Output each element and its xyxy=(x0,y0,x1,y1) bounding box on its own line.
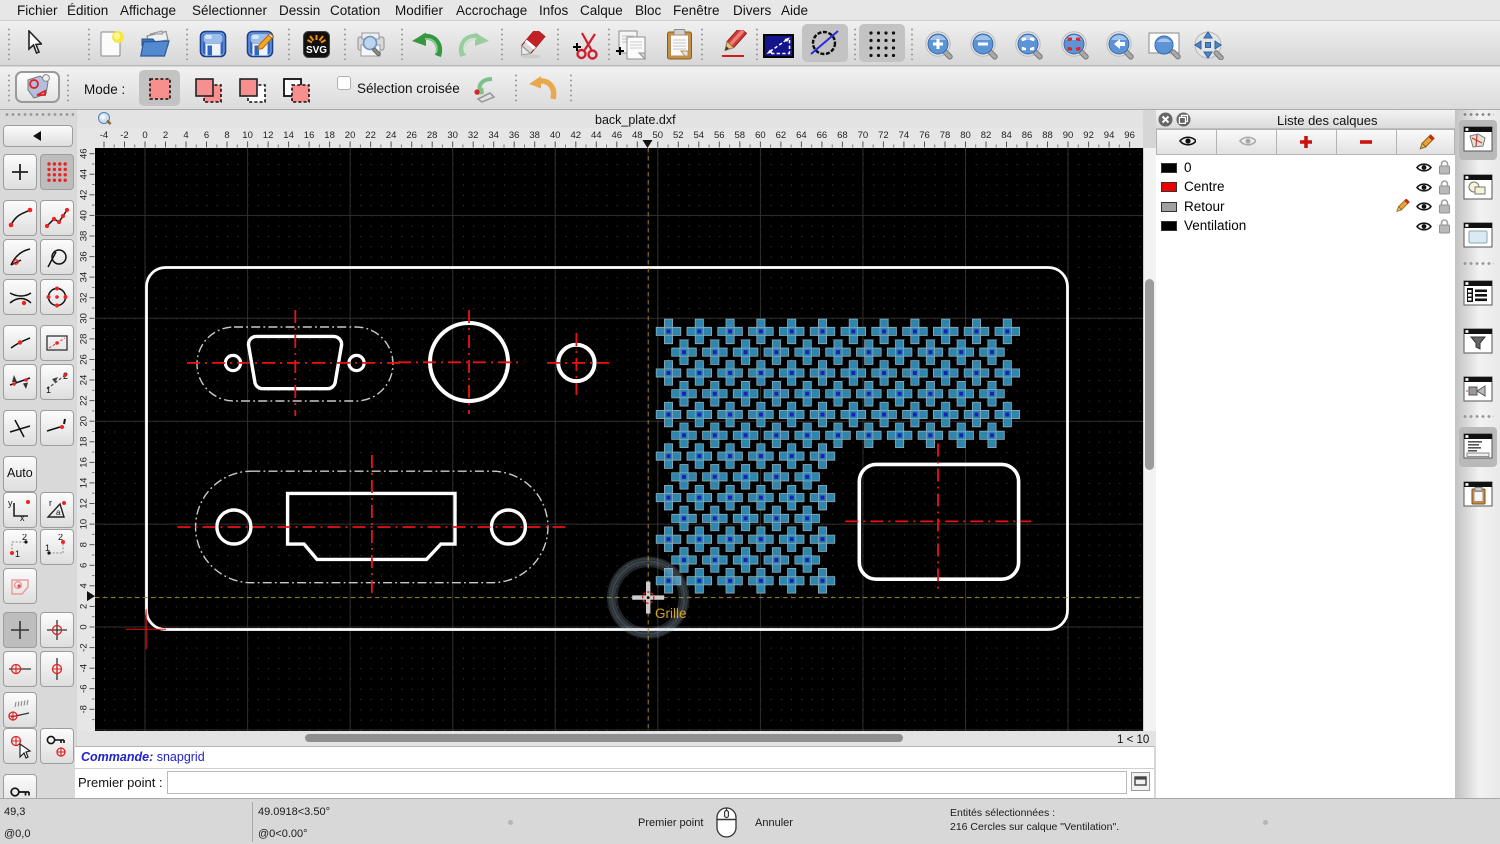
svg-text:38: 38 xyxy=(79,231,90,242)
svg-text:1: 1 xyxy=(46,385,51,395)
svg-text:24: 24 xyxy=(79,375,90,386)
svg-text:a: a xyxy=(56,508,61,517)
svg-text:8: 8 xyxy=(79,542,90,547)
svg-text:Grille: Grille xyxy=(655,606,687,621)
svg-text:r: r xyxy=(49,498,52,508)
svg-text:2: 2 xyxy=(58,534,63,542)
svg-text:32: 32 xyxy=(79,292,90,303)
svg-text:36: 36 xyxy=(79,251,90,262)
svg-text:-6: -6 xyxy=(79,684,90,692)
svg-text:-8: -8 xyxy=(79,705,90,713)
svg-text:10: 10 xyxy=(79,519,90,530)
svg-text:1: 1 xyxy=(15,549,20,559)
svg-text:40: 40 xyxy=(79,210,90,221)
svg-text:12: 12 xyxy=(79,498,90,509)
svg-text:2: 2 xyxy=(79,604,90,609)
svg-text:1: 1 xyxy=(45,543,50,553)
svg-text:SVG: SVG xyxy=(306,45,327,56)
svg-text:2: 2 xyxy=(22,534,27,542)
svg-text:-4: -4 xyxy=(79,664,90,672)
svg-text:22: 22 xyxy=(79,395,90,406)
svg-text:42: 42 xyxy=(79,190,90,201)
svg-text:30: 30 xyxy=(79,313,90,324)
svg-text:y: y xyxy=(8,498,13,508)
svg-text:44: 44 xyxy=(79,169,90,180)
svg-text:18: 18 xyxy=(79,437,90,448)
svg-text:-2: -2 xyxy=(79,643,90,651)
svg-text:26: 26 xyxy=(79,354,90,365)
svg-text:16: 16 xyxy=(79,457,90,468)
svg-text:20: 20 xyxy=(79,416,90,427)
svg-text:x: x xyxy=(20,513,25,523)
svg-text:28: 28 xyxy=(79,334,90,345)
svg-text:34: 34 xyxy=(79,272,90,283)
svg-text:4: 4 xyxy=(79,583,90,588)
svg-text:6: 6 xyxy=(79,563,90,568)
svg-text:14: 14 xyxy=(79,478,90,489)
svg-text:46: 46 xyxy=(79,148,90,159)
svg-text:0: 0 xyxy=(79,624,90,629)
